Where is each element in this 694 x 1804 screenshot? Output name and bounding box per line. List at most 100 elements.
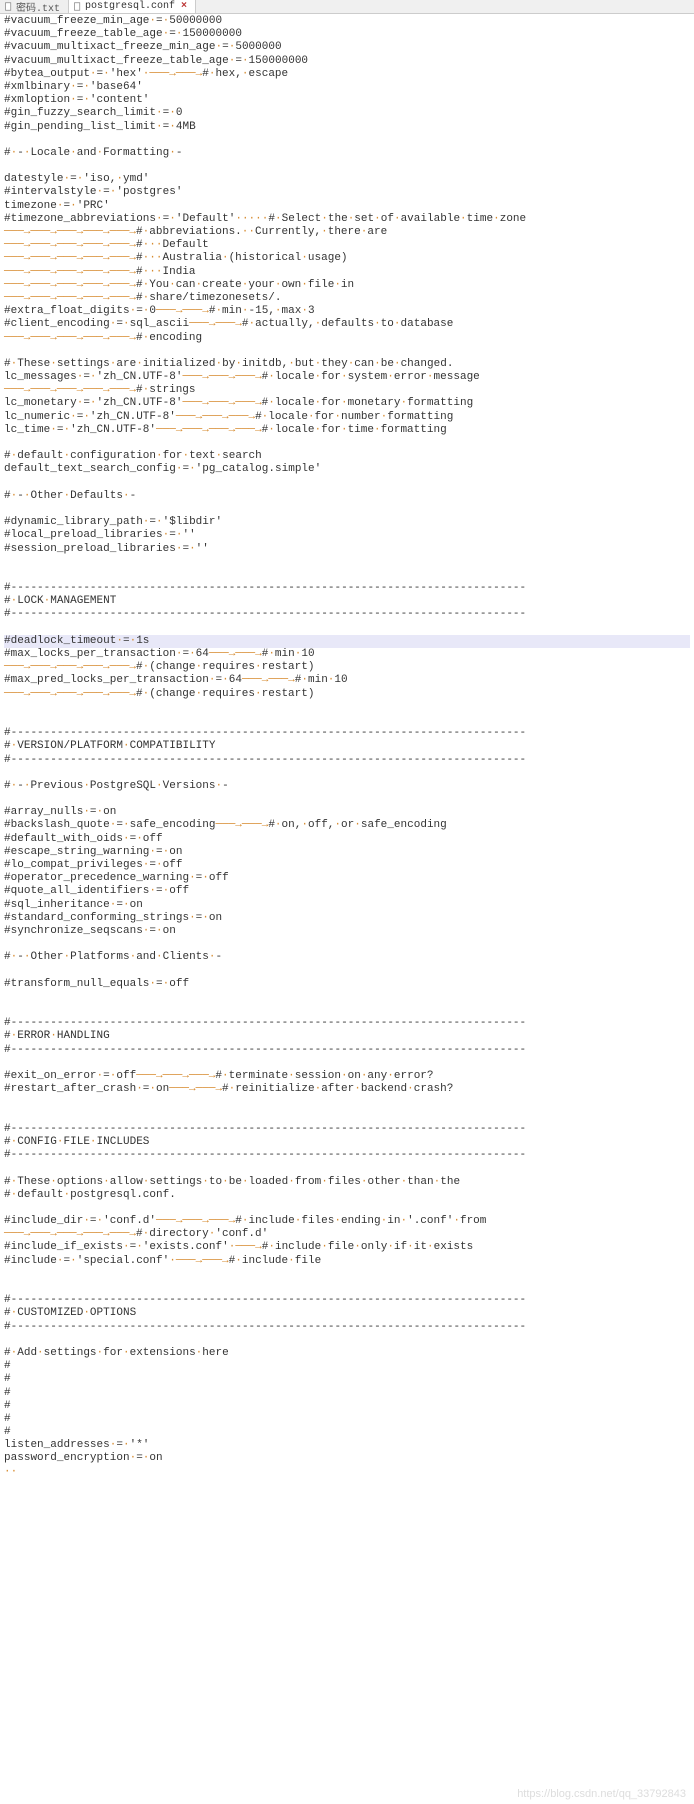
code-line[interactable]: #client_encoding·=·sql_ascii───→───→#·ac… (4, 318, 690, 331)
code-line[interactable]: ·· (4, 1466, 690, 1479)
code-line[interactable] (4, 1202, 690, 1215)
code-line[interactable]: ───→───→───→───→───→#·You·can·create·you… (4, 279, 690, 292)
code-line[interactable]: #restart_after_crash·=·on───→───→#·reini… (4, 1083, 690, 1096)
code-line[interactable] (4, 793, 690, 806)
code-line[interactable] (4, 134, 690, 147)
tab-file-1[interactable]: 密码.txt (0, 0, 69, 13)
code-line[interactable] (4, 556, 690, 569)
code-line[interactable]: #·-·Locale·and·Formatting·- (4, 147, 690, 160)
code-line[interactable]: #vacuum_freeze_table_age·=·150000000 (4, 28, 690, 41)
code-line[interactable] (4, 965, 690, 978)
code-line[interactable]: #include_dir·=·'conf.d'───→───→───→#·inc… (4, 1215, 690, 1228)
code-line[interactable]: ───→───→───→───→───→#·(change·requires·r… (4, 661, 690, 674)
code-line[interactable]: #quote_all_identifiers·=·off (4, 885, 690, 898)
code-line[interactable]: #·CUSTOMIZED·OPTIONS (4, 1307, 690, 1320)
code-line[interactable]: #xmloption·=·'content' (4, 94, 690, 107)
code-line[interactable]: #synchronize_seqscans·=·on (4, 925, 690, 938)
code-line[interactable]: #sql_inheritance·=·on (4, 899, 690, 912)
code-line[interactable]: lc_messages·=·'zh_CN.UTF-8'───→───→───→#… (4, 371, 690, 384)
code-line[interactable] (4, 1268, 690, 1281)
code-line[interactable]: #·These·settings·are·initialized·by·init… (4, 358, 690, 371)
code-line[interactable]: ───→───→───→───→───→#·share/timezonesets… (4, 292, 690, 305)
code-line[interactable]: #---------------------------------------… (4, 727, 690, 740)
code-line[interactable] (4, 1004, 690, 1017)
code-line[interactable]: lc_numeric·=·'zh_CN.UTF-8'───→───→───→#·… (4, 411, 690, 424)
code-line[interactable]: #bytea_output·=·'hex'·───→───→#·hex,·esc… (4, 68, 690, 81)
code-line[interactable]: #include_if_exists·=·'exists.conf'·───→#… (4, 1241, 690, 1254)
code-line[interactable]: #default_with_oids·=·off (4, 833, 690, 846)
code-line[interactable] (4, 1281, 690, 1294)
code-line[interactable]: #exit_on_error·=·off───→───→───→#·termin… (4, 1070, 690, 1083)
code-line[interactable]: #·ERROR·HANDLING (4, 1030, 690, 1043)
code-line[interactable] (4, 1162, 690, 1175)
code-line[interactable]: #gin_fuzzy_search_limit·=·0 (4, 107, 690, 120)
code-line[interactable]: lc_time·=·'zh_CN.UTF-8'───→───→───→───→#… (4, 424, 690, 437)
code-line[interactable]: ───→───→───→───→───→#···India (4, 266, 690, 279)
code-line[interactable] (4, 503, 690, 516)
code-line[interactable] (4, 1334, 690, 1347)
code-line[interactable]: # (4, 1400, 690, 1413)
code-line[interactable] (4, 437, 690, 450)
code-line[interactable]: # (4, 1413, 690, 1426)
code-line[interactable]: #---------------------------------------… (4, 1017, 690, 1030)
code-line[interactable]: #---------------------------------------… (4, 582, 690, 595)
code-line[interactable]: #array_nulls·=·on (4, 806, 690, 819)
code-line[interactable]: #max_pred_locks_per_transaction·=·64───→… (4, 674, 690, 687)
code-line[interactable]: #vacuum_multixact_freeze_table_age·=·150… (4, 55, 690, 68)
code-line[interactable]: #xmlbinary·=·'base64' (4, 81, 690, 94)
code-line[interactable]: #vacuum_freeze_min_age·=·50000000 (4, 15, 690, 28)
code-line[interactable]: ───→───→───→───→───→#·encoding (4, 332, 690, 345)
code-line[interactable] (4, 767, 690, 780)
code-line[interactable]: #·-·Other·Defaults·- (4, 490, 690, 503)
code-line[interactable]: # (4, 1426, 690, 1439)
code-line[interactable]: #---------------------------------------… (4, 754, 690, 767)
code-line[interactable]: listen_addresses·=·'*' (4, 1439, 690, 1452)
code-line[interactable]: #---------------------------------------… (4, 608, 690, 621)
code-line[interactable]: #lo_compat_privileges·=·off (4, 859, 690, 872)
code-line[interactable]: password_encryption·=·on (4, 1452, 690, 1465)
code-line[interactable]: # (4, 1373, 690, 1386)
code-line[interactable]: ───→───→───→───→───→#···Default (4, 239, 690, 252)
tab-file-2[interactable]: postgresql.conf × (69, 0, 196, 13)
code-editor[interactable]: #vacuum_freeze_min_age·=·50000000#vacuum… (0, 14, 694, 1487)
code-line[interactable]: #·default·postgresql.conf. (4, 1189, 690, 1202)
code-line[interactable]: #·-·Previous·PostgreSQL·Versions·- (4, 780, 690, 793)
code-line[interactable]: default_text_search_config·=·'pg_catalog… (4, 463, 690, 476)
code-line[interactable]: datestyle·=·'iso,·ymd' (4, 173, 690, 186)
code-line[interactable] (4, 160, 690, 173)
code-line[interactable] (4, 714, 690, 727)
code-line[interactable] (4, 701, 690, 714)
code-line[interactable]: #transform_null_equals·=·off (4, 978, 690, 991)
code-line[interactable]: #local_preload_libraries·=·'' (4, 529, 690, 542)
code-line[interactable]: #·default·configuration·for·text·search (4, 450, 690, 463)
code-line[interactable]: ───→───→───→───→───→#···Australia·(histo… (4, 252, 690, 265)
code-line[interactable]: #intervalstyle·=·'postgres' (4, 186, 690, 199)
code-line[interactable]: #·Add·settings·for·extensions·here (4, 1347, 690, 1360)
code-line[interactable]: #timezone_abbreviations·=·'Default'·····… (4, 213, 690, 226)
code-line[interactable]: timezone·=·'PRC' (4, 200, 690, 213)
code-line[interactable] (4, 345, 690, 358)
code-line[interactable]: #operator_precedence_warning·=·off (4, 872, 690, 885)
code-line[interactable]: #vacuum_multixact_freeze_min_age·=·50000… (4, 41, 690, 54)
code-line[interactable] (4, 938, 690, 951)
code-line[interactable] (4, 1057, 690, 1070)
code-line[interactable]: #include·=·'special.conf'·───→───→#·incl… (4, 1255, 690, 1268)
code-line[interactable]: #extra_float_digits·=·0───→───→#·min·-15… (4, 305, 690, 318)
code-line[interactable]: #---------------------------------------… (4, 1149, 690, 1162)
code-line[interactable]: #·CONFIG·FILE·INCLUDES (4, 1136, 690, 1149)
code-line[interactable] (4, 991, 690, 1004)
code-line[interactable]: #max_locks_per_transaction·=·64───→───→#… (4, 648, 690, 661)
code-line[interactable]: #·VERSION/PLATFORM·COMPATIBILITY (4, 740, 690, 753)
code-line[interactable]: #·LOCK·MANAGEMENT (4, 595, 690, 608)
code-line[interactable]: #---------------------------------------… (4, 1044, 690, 1057)
code-line[interactable]: #dynamic_library_path·=·'$libdir' (4, 516, 690, 529)
code-line[interactable]: # (4, 1387, 690, 1400)
code-line[interactable]: #---------------------------------------… (4, 1321, 690, 1334)
code-line[interactable]: #---------------------------------------… (4, 1294, 690, 1307)
code-line[interactable]: #session_preload_libraries·=·'' (4, 543, 690, 556)
close-icon[interactable]: × (181, 1, 187, 12)
code-line[interactable] (4, 1110, 690, 1123)
code-line[interactable]: lc_monetary·=·'zh_CN.UTF-8'───→───→───→#… (4, 397, 690, 410)
code-line[interactable]: #escape_string_warning·=·on (4, 846, 690, 859)
code-line[interactable] (4, 622, 690, 635)
